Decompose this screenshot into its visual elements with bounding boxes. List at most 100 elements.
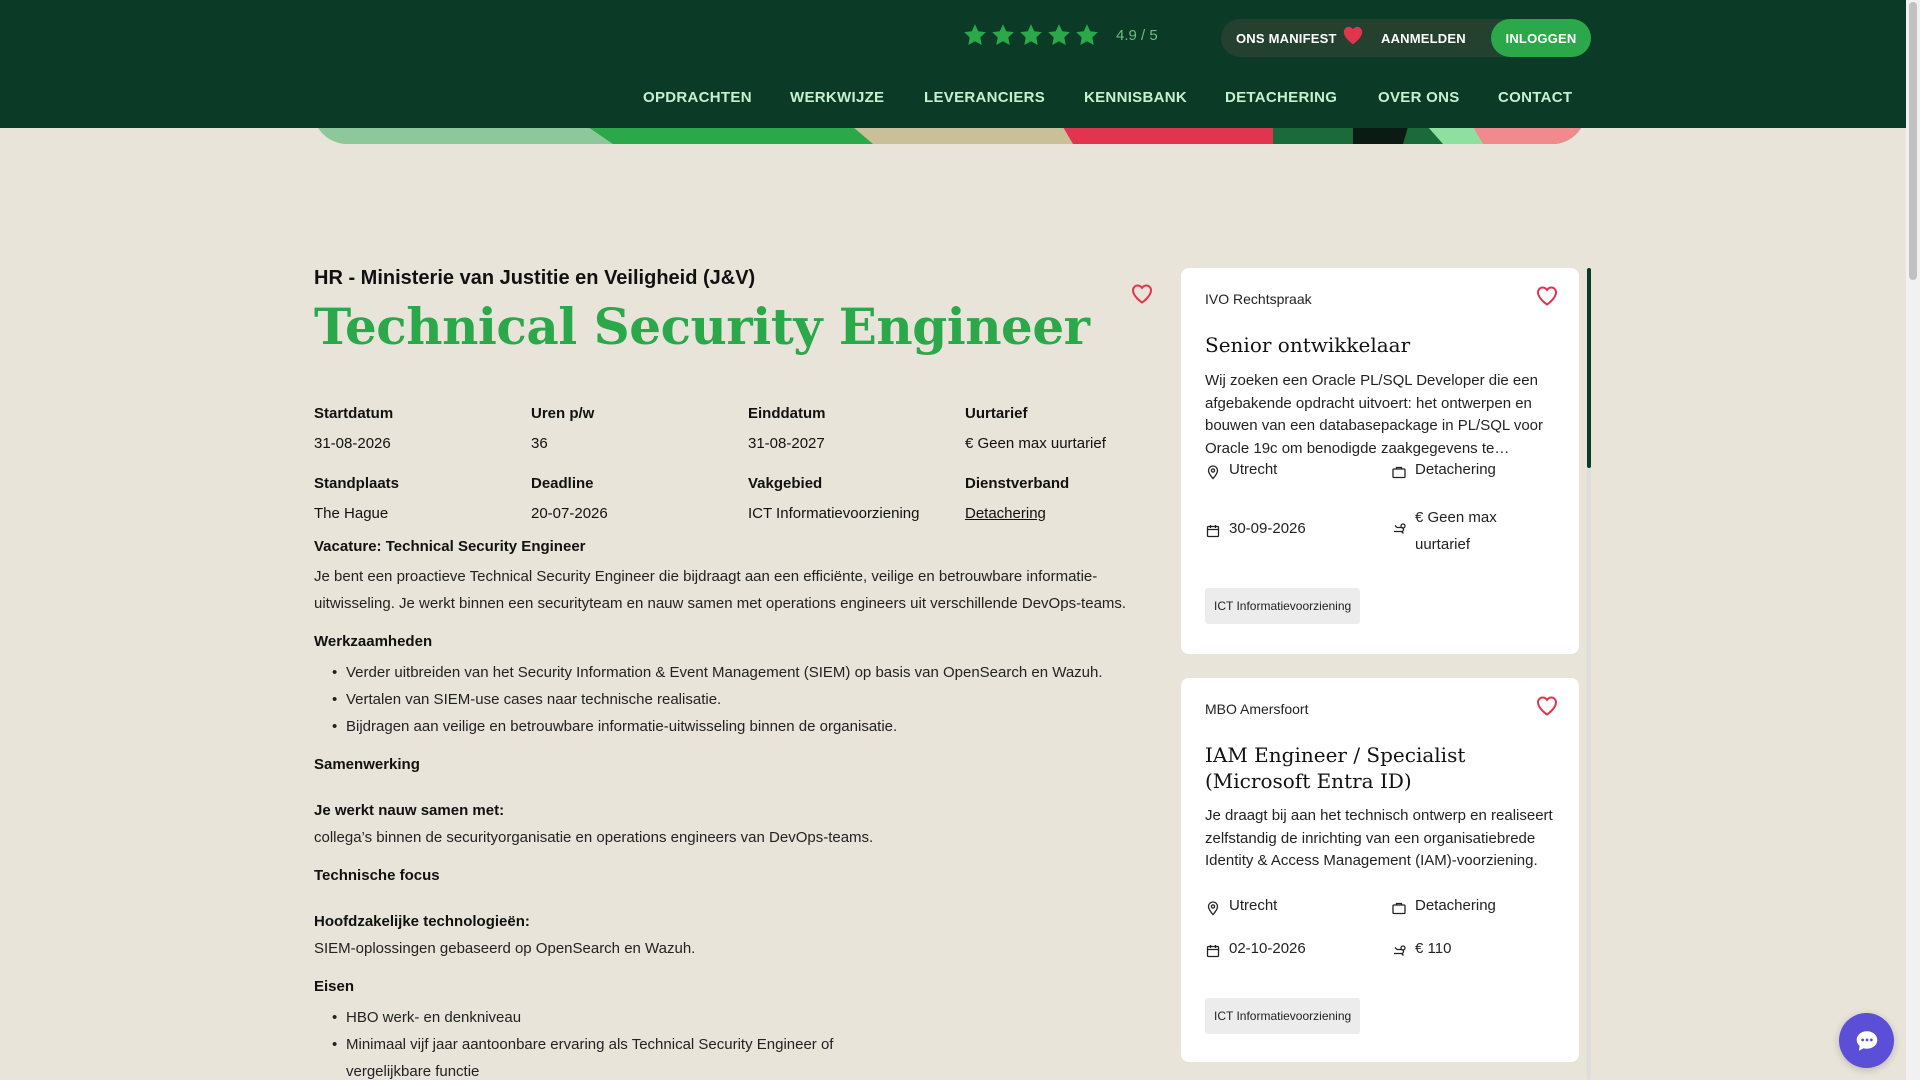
account-pill: ONS MANIFEST AANMELDEN INLOGGEN xyxy=(1221,19,1591,57)
coins-icon xyxy=(1391,943,1407,959)
card-description: Je draagt bij aan het technisch ontwerp … xyxy=(1205,807,1553,869)
job-organization: HR - Ministerie van Justitie en Veilighe… xyxy=(314,267,756,289)
job-description: Vacature: Technical Security Engineer Je… xyxy=(314,533,1134,1080)
chat-bubble-icon xyxy=(1856,1030,1877,1051)
intro-text: Je bent een proactieve Technical Securit… xyxy=(314,568,1127,612)
card-org: IVO Rechtspraak xyxy=(1205,291,1312,307)
eisen-heading: Eisen xyxy=(314,978,355,995)
card-date-text: 30-09-2026 xyxy=(1229,520,1306,537)
meta-label: Deadline xyxy=(531,475,594,492)
meta-vakgebied: Vakgebied ICT Informatievoorziening xyxy=(748,475,958,522)
meta-value: 20-07-2026 xyxy=(531,505,608,522)
card-date: 30-09-2026 xyxy=(1205,520,1375,539)
card-date-text: 02-10-2026 xyxy=(1229,940,1306,957)
samenwerking-subheading: Je werkt nauw samen met: xyxy=(314,802,505,819)
signup-link[interactable]: AANMELDEN xyxy=(1381,31,1466,46)
dienstverband-link[interactable]: Detachering xyxy=(965,505,1175,522)
meta-value: € Geen max uurtarief xyxy=(965,435,1106,452)
meta-dienstverband: Dienstverband Detachering xyxy=(965,475,1175,522)
list-item: HBO werk- en denkniveau xyxy=(332,1004,862,1031)
list-item: Verder uitbreiden van het Security Infor… xyxy=(332,659,1134,686)
meta-value: 31-08-2027 xyxy=(748,435,825,452)
card-type-text: Detachering xyxy=(1415,897,1496,914)
werkzaamheden-list: Verder uitbreiden van het Security Infor… xyxy=(332,659,1134,740)
samenwerking-heading: Samenwerking xyxy=(314,756,420,773)
list-item: Minimaal vijf jaar aantoonbare ervaring … xyxy=(332,1031,862,1080)
tech-text: SIEM-oplossingen gebaseerd op OpenSearch… xyxy=(314,940,696,957)
star-icon xyxy=(1074,22,1100,48)
meta-label: Standplaats xyxy=(314,475,400,492)
star-icon xyxy=(1046,22,1072,48)
card-rate-text: € Geen max uurtarief xyxy=(1415,509,1497,553)
list-item: Bijdragen aan veilige en betrouwbare inf… xyxy=(332,713,1134,740)
meta-startdatum: Startdatum 31-08-2026 xyxy=(314,405,524,452)
meta-deadline: Deadline 20-07-2026 xyxy=(531,475,741,522)
card-tag[interactable]: ICT Informatievoorziening xyxy=(1205,588,1361,624)
meta-value: 36 xyxy=(531,435,548,452)
card-rate: € Geen max uurtarief xyxy=(1391,504,1521,558)
heart-outline-icon[interactable] xyxy=(1535,694,1559,718)
card-org: MBO Amersfoort xyxy=(1205,701,1309,717)
coins-icon xyxy=(1391,521,1407,537)
vacancy-heading: Vacature: Technical Security Engineer xyxy=(314,538,586,555)
nav-opdrachten[interactable]: OPDRACHTEN xyxy=(643,89,752,106)
meta-label: Dienstverband xyxy=(965,475,1070,492)
meta-label: Uren p/w xyxy=(531,405,595,422)
card-location-text: Utrecht xyxy=(1229,897,1278,914)
related-job-card[interactable]: MBO Amersfoort IAM Engineer / Specialist… xyxy=(1181,678,1579,1062)
meta-label: Einddatum xyxy=(748,405,826,422)
card-title[interactable]: IAM Engineer / Specialist (Microsoft Ent… xyxy=(1205,742,1555,794)
meta-label: Uurtarief xyxy=(965,405,1028,422)
calendar-icon xyxy=(1205,523,1221,539)
chat-button[interactable] xyxy=(1839,1013,1894,1068)
card-type: Detachering xyxy=(1391,897,1561,916)
meta-uurtarief: Uurtarief € Geen max uurtarief xyxy=(965,405,1175,452)
meta-standplaats: Standplaats The Hague xyxy=(314,475,524,522)
list-item: Vertalen van SIEM-use cases naar technis… xyxy=(332,686,1134,713)
card-title[interactable]: Senior ontwikkelaar xyxy=(1205,332,1555,358)
star-icon xyxy=(1018,22,1044,48)
location-pin-icon xyxy=(1205,464,1221,480)
meta-value: ICT Informatievoorziening xyxy=(748,505,920,522)
tech-heading: Technische focus xyxy=(314,867,440,884)
calendar-icon xyxy=(1205,943,1221,959)
related-job-card[interactable]: IVO Rechtspraak Senior ontwikkelaar Wij … xyxy=(1181,268,1579,654)
card-tag[interactable]: ICT Informatievoorziening xyxy=(1205,998,1361,1034)
eisen-list: HBO werk- en denkniveau Minimaal vijf ja… xyxy=(332,1004,862,1080)
nav-detachering[interactable]: DETACHERING xyxy=(1225,89,1337,106)
nav-werkwijze[interactable]: WERKWIJZE xyxy=(790,89,884,106)
login-button[interactable]: INLOGGEN xyxy=(1491,19,1591,57)
meta-label: Vakgebied xyxy=(748,475,823,492)
card-location-text: Utrecht xyxy=(1229,461,1278,478)
meta-einddatum: Einddatum 31-08-2027 xyxy=(748,405,958,452)
heart-outline-icon[interactable] xyxy=(1535,284,1559,308)
nav-leveranciers[interactable]: LEVERANCIERS xyxy=(924,89,1045,106)
page-title: Technical Security Engineer xyxy=(314,297,1090,356)
briefcase-icon xyxy=(1391,900,1407,916)
card-location: Utrecht xyxy=(1205,897,1375,916)
nav-over-ons[interactable]: OVER ONS xyxy=(1378,89,1460,106)
werkzaamheden-heading: Werkzaamheden xyxy=(314,633,433,650)
page-scrollbar-thumb[interactable] xyxy=(1909,2,1917,280)
page-scrollbar[interactable] xyxy=(1906,0,1920,1080)
briefcase-icon xyxy=(1391,464,1407,480)
manifest-link[interactable]: ONS MANIFEST xyxy=(1236,31,1337,46)
site-header: 4.9 / 5 ONS MANIFEST AANMELDEN INLOGGEN … xyxy=(0,0,1906,128)
heart-outline-icon[interactable] xyxy=(1130,282,1154,306)
card-location: Utrecht xyxy=(1205,461,1375,480)
card-rate: € 110 xyxy=(1391,940,1561,959)
meta-value: The Hague xyxy=(314,505,389,522)
star-icon xyxy=(962,22,988,48)
heart-icon xyxy=(1342,25,1364,45)
nav-contact[interactable]: CONTACT xyxy=(1498,89,1572,106)
nav-kennisbank[interactable]: KENNISBANK xyxy=(1084,89,1187,106)
cards-scroll-thumb[interactable] xyxy=(1587,268,1591,468)
rating-text: 4.9 / 5 xyxy=(1116,26,1158,44)
meta-value: 31-08-2026 xyxy=(314,435,391,452)
card-type: Detachering xyxy=(1391,461,1561,480)
card-type-text: Detachering xyxy=(1415,461,1496,478)
card-date: 02-10-2026 xyxy=(1205,940,1375,959)
tech-subheading: Hoofdzakelijke technologieën: xyxy=(314,913,530,930)
card-rate-text: € 110 xyxy=(1415,940,1452,957)
rating: 4.9 / 5 xyxy=(962,22,1158,48)
